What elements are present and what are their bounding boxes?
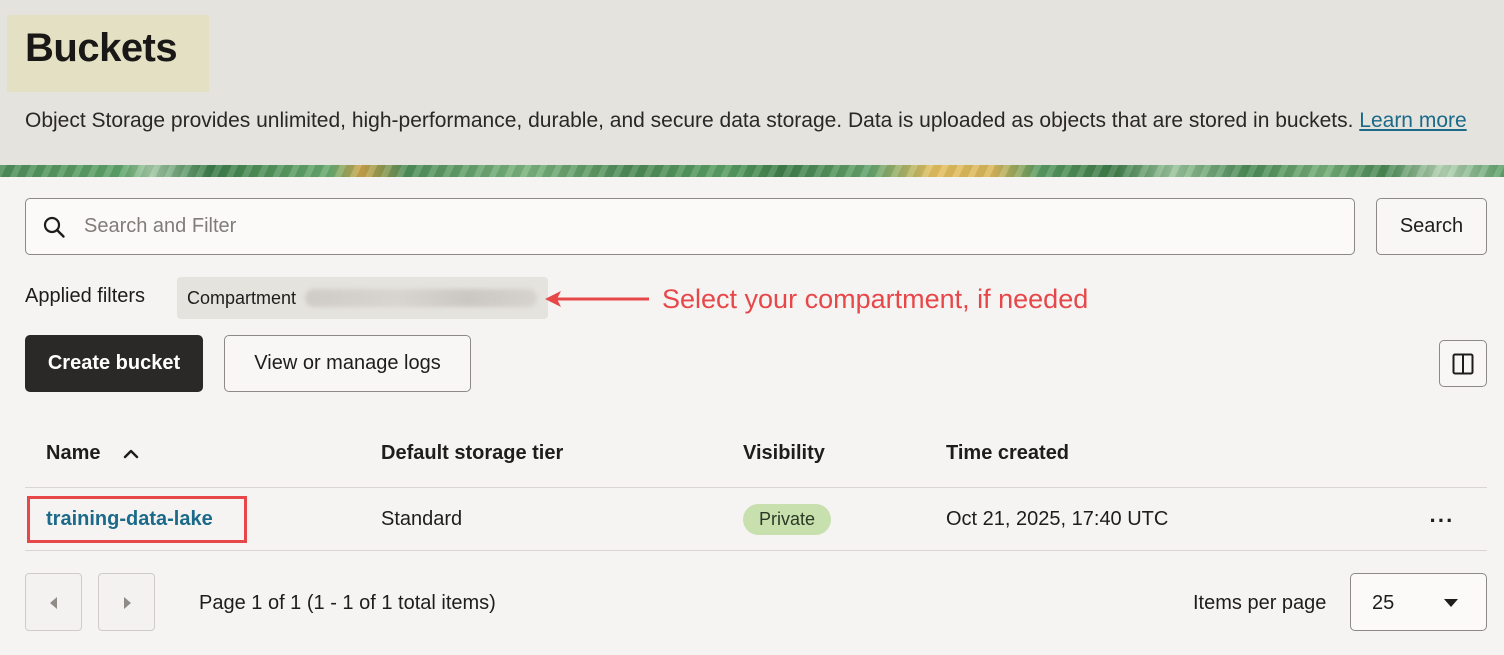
header-divider: [25, 487, 1487, 488]
column-header-name[interactable]: Name: [46, 442, 100, 465]
column-header-time-created: Time created: [946, 442, 1070, 464]
search-input[interactable]: [84, 199, 1334, 254]
storage-tier-cell: Standard: [381, 508, 463, 530]
previous-page-button[interactable]: [25, 573, 82, 631]
learn-more-link[interactable]: Learn more: [1359, 109, 1466, 132]
annotation-highlight-box: [27, 496, 247, 543]
chevron-up-icon[interactable]: [122, 445, 140, 463]
visibility-badge: Private: [743, 504, 831, 535]
caret-left-icon: [50, 597, 57, 609]
caret-right-icon: [124, 597, 131, 609]
description-text: Object Storage provides unlimited, high-…: [25, 109, 1354, 132]
search-field[interactable]: [25, 198, 1355, 255]
column-header-storage-tier: Default storage tier: [381, 442, 564, 464]
column-layout-button[interactable]: [1439, 340, 1487, 387]
annotation-arrow-icon: [545, 291, 649, 307]
page-description: Object Storage provides unlimited, high-…: [25, 109, 1467, 133]
search-icon: [43, 216, 65, 238]
decorative-banner: [0, 165, 1504, 177]
items-per-page-select[interactable]: 25: [1350, 573, 1487, 631]
applied-filters-label: Applied filters: [25, 285, 146, 307]
search-button[interactable]: Search: [1376, 198, 1487, 255]
annotation-text: Select your compartment, if needed: [662, 284, 1089, 314]
page-title: Buckets: [25, 26, 178, 70]
row-actions-menu-icon[interactable]: ···: [1428, 508, 1456, 533]
create-bucket-button[interactable]: Create bucket: [25, 335, 203, 392]
items-per-page-value: 25: [1372, 592, 1395, 614]
page-header: Buckets Object Storage provides unlimite…: [0, 0, 1504, 165]
caret-down-icon: [1444, 599, 1458, 607]
pagination-info: Page 1 of 1 (1 - 1 of 1 total items): [199, 592, 496, 614]
view-logs-button[interactable]: View or manage logs: [224, 335, 471, 392]
column-layout-icon: [1452, 353, 1474, 374]
row-divider: [25, 550, 1487, 551]
time-created-cell: Oct 21, 2025, 17:40 UTC: [946, 508, 1169, 530]
redacted-compartment-value: [305, 289, 537, 307]
compartment-chip-label: Compartment: [187, 288, 297, 308]
next-page-button[interactable]: [98, 573, 155, 631]
column-header-visibility: Visibility: [743, 442, 825, 464]
items-per-page-label: Items per page: [1193, 592, 1327, 614]
compartment-filter-chip[interactable]: Compartment: [177, 277, 548, 319]
